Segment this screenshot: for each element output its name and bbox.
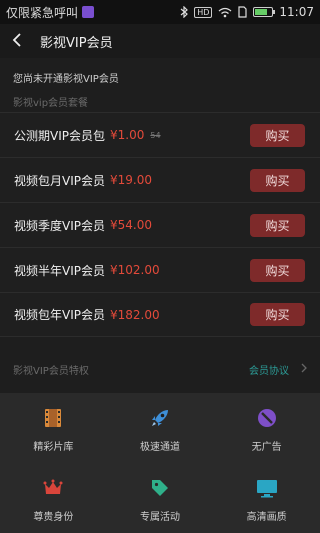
privilege-item: 高清画质 xyxy=(213,463,320,533)
film-icon xyxy=(41,406,65,430)
privilege-label: 无广告 xyxy=(251,442,282,453)
package-price: ¥102.00 xyxy=(110,263,160,277)
package-list: 公测期VIP会员包 ¥1.00 54 购买 视频包月VIP会员 ¥19.00 购… xyxy=(0,112,320,337)
privilege-label: 专属活动 xyxy=(139,512,180,523)
status-time: 11:07 xyxy=(279,5,314,19)
back-button[interactable] xyxy=(0,24,34,58)
package-row: 视频包月VIP会员 ¥19.00 购买 xyxy=(0,157,320,202)
privileges-header: 影视VIP会员特权 会员协议 xyxy=(0,358,320,380)
buy-button[interactable]: 购买 xyxy=(250,258,305,282)
package-row: 视频包年VIP会员 ¥182.00 购买 xyxy=(0,292,320,337)
rocket-icon xyxy=(148,406,172,430)
battery-level xyxy=(255,9,267,15)
package-price: ¥54.00 xyxy=(110,218,152,232)
chevron-left-icon xyxy=(12,32,22,51)
package-name: 视频半年VIP会员 xyxy=(14,263,105,278)
privilege-label: 极速通道 xyxy=(139,442,180,453)
sim-icon xyxy=(238,6,248,18)
tag-icon xyxy=(148,476,172,500)
nav-bar: 影视VIP会员 xyxy=(0,24,320,58)
privilege-item: 无广告 xyxy=(213,393,320,463)
battery-icon xyxy=(253,7,276,17)
crown-icon xyxy=(41,476,65,500)
packages-section-label: 影视vip会员套餐 xyxy=(13,98,89,109)
membership-notice: 您尚未开通影视VIP会员 xyxy=(13,74,119,85)
hd-badge-icon: HD xyxy=(194,6,213,18)
package-row: 公测期VIP会员包 ¥1.00 54 购买 xyxy=(0,112,320,157)
privileges-title: 影视VIP会员特权 xyxy=(13,365,89,377)
privilege-item: 尊贵身份 xyxy=(0,463,107,533)
carrier-text: 仅限紧急呼叫 xyxy=(6,5,79,20)
privilege-label: 尊贵身份 xyxy=(33,512,74,523)
privilege-item: 极速通道 xyxy=(107,393,214,463)
package-name: 视频包月VIP会员 xyxy=(14,173,105,188)
buy-button[interactable]: 购买 xyxy=(250,303,305,326)
buy-button[interactable]: 购买 xyxy=(250,168,305,192)
package-name: 视频季度VIP会员 xyxy=(14,218,105,233)
package-name: 视频包年VIP会员 xyxy=(14,308,105,322)
page-title: 影视VIP会员 xyxy=(40,35,113,51)
package-name: 公测期VIP会员包 xyxy=(14,128,105,143)
agreement-link-label: 会员协议 xyxy=(249,365,289,377)
package-row: 视频季度VIP会员 ¥54.00 购买 xyxy=(0,202,320,247)
privilege-label: 精彩片库 xyxy=(33,442,74,453)
privilege-label: 高清画质 xyxy=(246,512,287,523)
package-original-price: 54 xyxy=(150,130,161,140)
privilege-item: 专属活动 xyxy=(107,463,214,533)
package-price: ¥19.00 xyxy=(110,173,152,187)
status-bar: 仅限紧急呼叫 HD 11:07 xyxy=(0,0,320,24)
wifi-icon xyxy=(218,7,232,18)
package-row: 视频半年VIP会员 ¥102.00 购买 xyxy=(0,247,320,292)
package-price: ¥182.00 xyxy=(110,307,160,322)
buy-button[interactable]: 购买 xyxy=(250,213,305,237)
bluetooth-icon xyxy=(180,6,189,18)
status-right: HD 11:07 xyxy=(180,5,314,19)
hd-screen-icon xyxy=(255,476,279,500)
status-left: 仅限紧急呼叫 xyxy=(6,4,95,21)
privileges-grid: 精彩片库 极速通道 无广告 尊贵身份 专属活动 高清画质 xyxy=(0,393,320,533)
chevron-right-icon xyxy=(301,363,307,376)
app-icon xyxy=(82,6,95,18)
package-price: ¥1.00 xyxy=(110,128,145,142)
privilege-item: 精彩片库 xyxy=(0,393,107,463)
agreement-link[interactable]: 会员协议 xyxy=(249,362,307,377)
no-ads-icon xyxy=(255,406,279,430)
buy-button[interactable]: 购买 xyxy=(250,123,305,147)
